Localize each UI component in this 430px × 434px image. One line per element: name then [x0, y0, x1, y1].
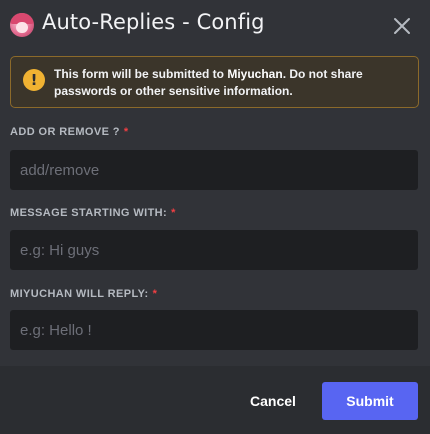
modal-footer: Cancel Submit: [0, 366, 430, 434]
cancel-button[interactable]: Cancel: [238, 382, 308, 420]
bot-name: Miyuchan: [227, 67, 283, 81]
field-label-message-starting-with: MESSAGE STARTING WITH: *: [10, 207, 176, 219]
required-mark: *: [152, 288, 158, 300]
close-button[interactable]: [390, 14, 414, 38]
add-or-remove-input[interactable]: [10, 150, 418, 190]
warning-notice: ! This form will be submitted to Miyucha…: [10, 56, 419, 108]
notice-text: This form will be submitted to Miyuchan.…: [54, 67, 363, 98]
field-label-miyuchan-will-reply: MIYUCHAN WILL REPLY: *: [10, 288, 158, 300]
warning-icon: !: [23, 69, 45, 91]
required-mark: *: [123, 126, 129, 138]
field-label-add-or-remove: ADD OR REMOVE ? *: [10, 126, 129, 138]
modal-title: Auto-Replies - Config: [42, 10, 265, 34]
app-avatar: [10, 13, 34, 37]
modal-header: Auto-Replies - Config: [0, 0, 430, 52]
miyuchan-will-reply-input[interactable]: [10, 310, 418, 350]
close-icon: [394, 18, 410, 34]
submit-button[interactable]: Submit: [322, 382, 418, 420]
message-starting-with-input[interactable]: [10, 230, 418, 270]
required-mark: *: [171, 207, 176, 219]
modal-dialog: Auto-Replies - Config ! This form will b…: [0, 0, 430, 434]
